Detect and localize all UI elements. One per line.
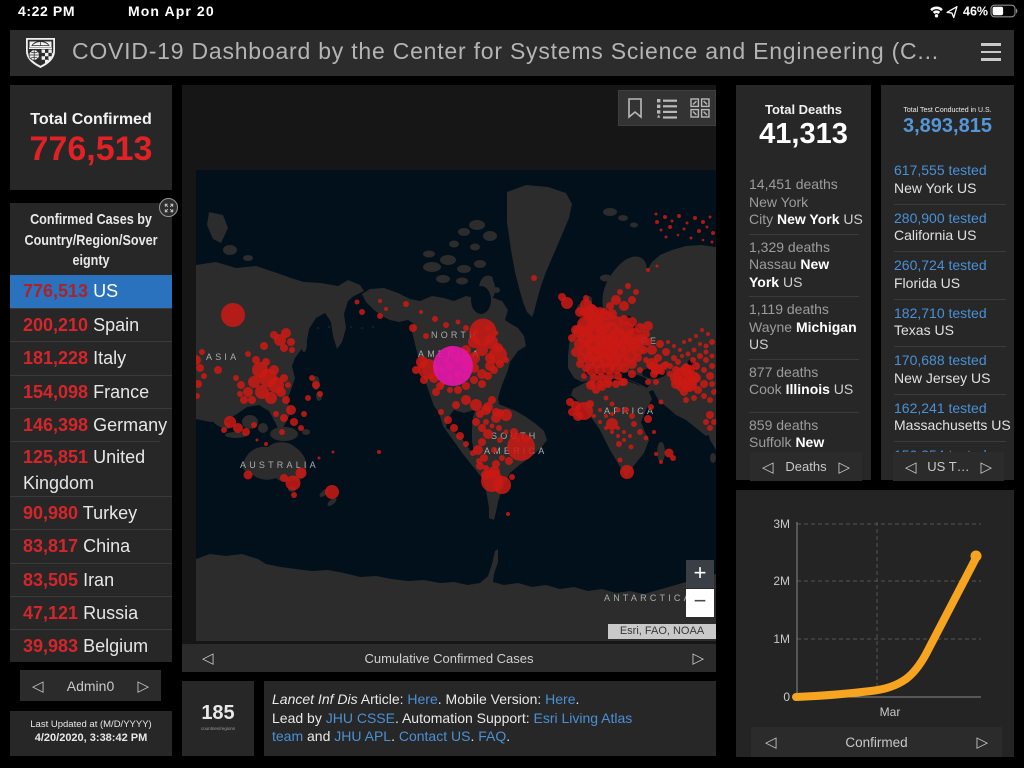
svg-text:1M: 1M [773,632,790,646]
svg-text:ASIA: ASIA [206,352,239,362]
svg-text:46%: 46% [963,5,988,19]
svg-text:3M: 3M [773,517,790,531]
svg-text:0: 0 [783,690,790,704]
svg-text:Mar: Mar [880,705,901,719]
svg-text:2M: 2M [773,574,790,588]
svg-text:ANTARCTICA: ANTARCTICA [604,593,693,603]
svg-text:AUSTRALIA: AUSTRALIA [240,460,319,470]
